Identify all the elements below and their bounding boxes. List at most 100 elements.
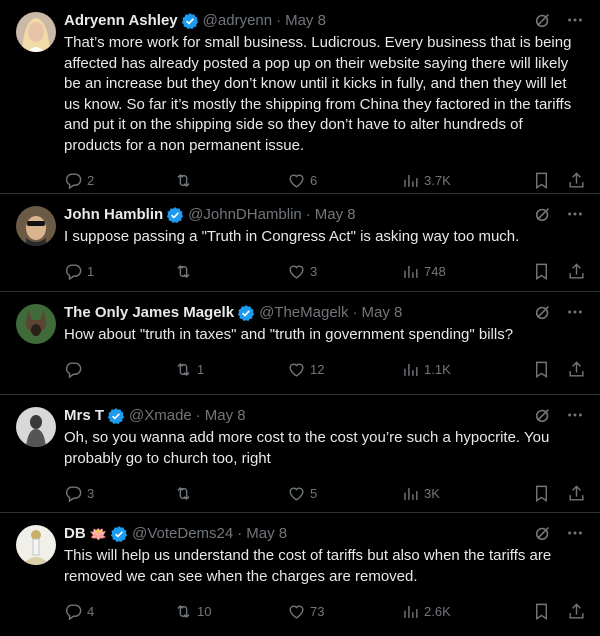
reply-icon <box>64 602 83 621</box>
views-count: 748 <box>424 264 446 279</box>
like-count: 12 <box>310 362 325 377</box>
author-handle[interactable]: @adryenn <box>203 11 272 31</box>
separator-dot: · <box>237 525 243 542</box>
like-button[interactable]: 12 <box>287 360 401 379</box>
repost-count: 10 <box>197 603 212 619</box>
action-bar: 1 3 748 <box>64 250 584 294</box>
verified-badge-icon <box>166 206 184 224</box>
views-button[interactable]: 2.6K <box>401 602 521 621</box>
verified-badge-icon <box>107 407 125 425</box>
author-name[interactable]: The Only James Magelk <box>64 303 234 323</box>
author-handle[interactable]: @Xmade <box>129 406 192 426</box>
bookmark-icon[interactable] <box>532 484 551 503</box>
author-name[interactable]: Mrs T <box>64 406 104 426</box>
avatar[interactable] <box>16 12 56 52</box>
tweet-text: Oh, so you wanna add more cost to the co… <box>64 429 550 467</box>
avatar[interactable] <box>16 525 56 565</box>
share-icon[interactable] <box>567 360 586 379</box>
tweet-text: That’s more work for small business. Lud… <box>64 34 572 154</box>
repost-count: 1 <box>197 362 205 377</box>
lotus-emoji: 🪷 <box>89 526 108 542</box>
more-icon[interactable] <box>566 205 584 223</box>
repost-icon <box>174 171 193 190</box>
more-icon[interactable] <box>566 406 584 424</box>
views-button[interactable]: 3.7K <box>401 171 521 190</box>
like-icon <box>287 484 306 503</box>
like-button[interactable]: 5 <box>287 484 401 503</box>
share-icon[interactable] <box>567 484 586 503</box>
author-name[interactable]: DB <box>64 524 86 544</box>
like-button[interactable]: 6 <box>287 171 401 190</box>
like-button[interactable]: 3 <box>287 262 401 281</box>
views-icon <box>401 484 420 503</box>
share-icon[interactable] <box>567 171 586 190</box>
tweet[interactable]: Adryenn Ashley @adryenn · May 8 That’s m… <box>0 0 600 194</box>
grok-icon[interactable] <box>534 303 552 321</box>
reply-button[interactable] <box>64 360 174 379</box>
like-icon <box>287 360 306 379</box>
repost-icon <box>174 602 193 621</box>
author-handle[interactable]: @JohnDHamblin <box>188 205 302 225</box>
tweet-text: I suppose passing a "Truth in Congress A… <box>64 228 520 245</box>
reply-icon <box>64 484 83 503</box>
post-date[interactable]: May 8 <box>246 524 287 544</box>
repost-button[interactable] <box>174 171 287 190</box>
reply-feed: Adryenn Ashley @adryenn · May 8 That’s m… <box>0 0 600 636</box>
reply-icon <box>64 171 83 190</box>
views-button[interactable]: 748 <box>401 262 521 281</box>
views-icon <box>401 360 420 379</box>
reply-button[interactable]: 4 <box>64 602 174 621</box>
reply-button[interactable]: 3 <box>64 484 174 503</box>
repost-button[interactable]: 10 <box>174 602 287 621</box>
avatar[interactable] <box>16 206 56 246</box>
like-count: 5 <box>310 485 318 501</box>
author-handle[interactable]: @VoteDems24 <box>132 524 233 544</box>
bookmark-icon[interactable] <box>532 262 551 281</box>
tweet-text: This will help us understand the cost of… <box>64 547 552 585</box>
repost-button[interactable]: 1 <box>174 360 287 379</box>
reply-button[interactable]: 2 <box>64 171 174 190</box>
post-date[interactable]: May 8 <box>362 303 403 323</box>
bookmark-icon[interactable] <box>532 360 551 379</box>
more-icon[interactable] <box>566 11 584 29</box>
grok-icon[interactable] <box>534 524 552 542</box>
tweet[interactable]: The Only James Magelk @TheMagelk · May 8… <box>0 292 600 395</box>
grok-icon[interactable] <box>534 406 552 424</box>
more-icon[interactable] <box>566 524 584 542</box>
share-icon[interactable] <box>567 602 586 621</box>
views-count: 1.1K <box>424 362 451 377</box>
repost-button[interactable] <box>174 484 287 503</box>
tweet[interactable]: John Hamblin @JohnDHamblin · May 8 I sup… <box>0 194 600 292</box>
post-date[interactable]: May 8 <box>285 11 326 31</box>
bookmark-icon[interactable] <box>532 602 551 621</box>
separator-dot: · <box>276 12 282 29</box>
views-button[interactable]: 3K <box>401 484 521 503</box>
post-date[interactable]: May 8 <box>205 406 246 426</box>
more-icon[interactable] <box>566 303 584 321</box>
tweet[interactable]: DB 🪷 @VoteDems24 · May 8 This will help … <box>0 513 600 636</box>
grok-icon[interactable] <box>534 11 552 29</box>
verified-badge-icon <box>110 525 128 543</box>
author-name[interactable]: John Hamblin <box>64 205 163 225</box>
tweet[interactable]: Mrs T @Xmade · May 8 Oh, so you wanna ad… <box>0 395 600 513</box>
like-button[interactable]: 73 <box>287 602 401 621</box>
reply-button[interactable]: 1 <box>64 262 174 281</box>
reply-count: 3 <box>87 485 95 501</box>
like-icon <box>287 262 306 281</box>
share-icon[interactable] <box>567 262 586 281</box>
grok-icon[interactable] <box>534 205 552 223</box>
action-bar: 1 12 1.1K <box>64 348 584 392</box>
post-date[interactable]: May 8 <box>315 205 356 225</box>
reply-count: 4 <box>87 603 95 619</box>
repost-button[interactable] <box>174 262 287 281</box>
like-count: 73 <box>310 603 325 619</box>
avatar[interactable] <box>16 304 56 344</box>
action-bar: 3 5 3K <box>64 471 584 515</box>
action-bar: 4 10 73 2.6K <box>64 589 584 633</box>
author-name[interactable]: Adryenn Ashley <box>64 11 178 31</box>
author-handle[interactable]: @TheMagelk <box>259 303 348 323</box>
avatar[interactable] <box>16 407 56 447</box>
bookmark-icon[interactable] <box>532 171 551 190</box>
views-button[interactable]: 1.1K <box>401 360 521 379</box>
repost-icon <box>174 360 193 379</box>
